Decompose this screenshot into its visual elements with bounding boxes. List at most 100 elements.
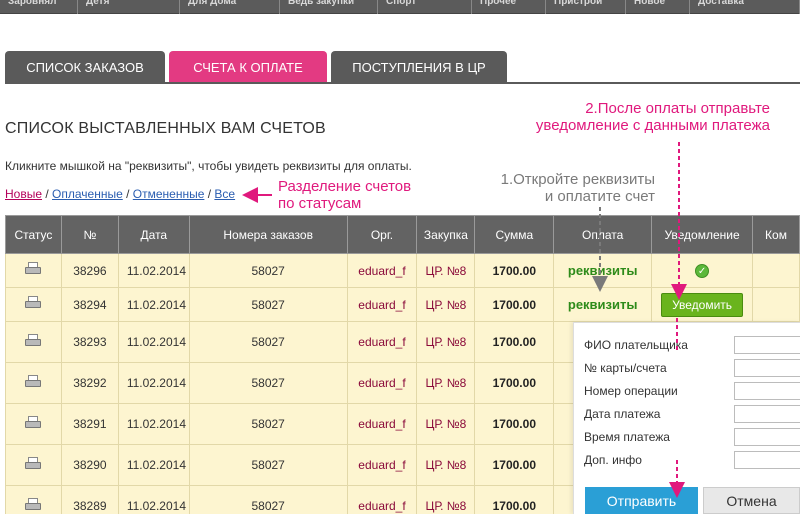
- col-org-header: Орг.: [346, 215, 418, 254]
- nav-item[interactable]: Доставка: [690, 0, 800, 14]
- status-cell: [5, 403, 62, 445]
- col-sum-header: Сумма: [474, 215, 555, 254]
- invoice-number: 38292: [60, 362, 119, 404]
- col-number-header: №: [60, 215, 119, 254]
- purchase[interactable]: ЦР. №8: [416, 321, 476, 363]
- payment-time-label: Время платежа: [584, 430, 670, 444]
- tab-payments-received[interactable]: ПОСТУПЛЕНИЯ В ЦР: [331, 51, 507, 83]
- invoice-date: 11.02.2014: [117, 403, 190, 445]
- annotation-line: 2.После оплаты отправьте: [585, 100, 770, 117]
- organizer[interactable]: eduard_f: [346, 362, 418, 404]
- purchase[interactable]: ЦР. №8: [416, 485, 476, 514]
- order-numbers: 58027: [188, 403, 348, 445]
- order-numbers: 58027: [188, 444, 348, 486]
- filter-cancelled[interactable]: Отмененные: [133, 187, 205, 201]
- organizer[interactable]: eduard_f: [346, 485, 418, 514]
- nav-item[interactable]: Детя: [78, 0, 180, 14]
- printer-icon[interactable]: [24, 497, 42, 512]
- invoice-date: 11.02.2014: [117, 253, 190, 288]
- organizer[interactable]: eduard_f: [346, 321, 418, 363]
- organizer[interactable]: eduard_f: [346, 287, 418, 322]
- order-numbers: 58027: [188, 362, 348, 404]
- payer-name-label: ФИО плательщика: [584, 338, 688, 352]
- printer-icon[interactable]: [24, 374, 42, 389]
- invoice-number: 38296: [60, 253, 119, 288]
- purchase[interactable]: ЦР. №8: [416, 403, 476, 445]
- printer-icon[interactable]: [24, 415, 42, 430]
- col-notify-header: Уведомление: [651, 215, 754, 254]
- extra-info-label: Доп. инфо: [584, 453, 642, 467]
- nav-item[interactable]: Прочее: [472, 0, 546, 14]
- invoice-sum: 1700.00: [474, 485, 555, 514]
- nav-item[interactable]: Пристрой: [546, 0, 626, 14]
- status-cell: [5, 485, 62, 514]
- annotation-line: уведомление с данными платежа: [535, 117, 770, 134]
- organizer[interactable]: eduard_f: [346, 444, 418, 486]
- purchase[interactable]: ЦР. №8: [416, 444, 476, 486]
- payment-time-input[interactable]: [734, 428, 800, 446]
- order-numbers: 58027: [188, 253, 348, 288]
- purchase[interactable]: ЦР. №8: [416, 253, 476, 288]
- printer-icon[interactable]: [24, 333, 42, 348]
- notify-button[interactable]: Уведомить: [661, 292, 744, 317]
- col-date-header: Дата: [117, 215, 190, 254]
- annotation-line: 1.Откройте реквизиты: [500, 171, 655, 188]
- printer-icon[interactable]: [24, 296, 42, 310]
- annotation-line: и оплатите счет: [544, 188, 655, 205]
- card-number-label: № карты/счета: [584, 361, 667, 375]
- status-cell: [5, 287, 62, 322]
- tab-invoices-to-pay[interactable]: СЧЕТА К ОПЛАТЕ: [169, 51, 327, 83]
- extra-info-input[interactable]: [734, 451, 800, 469]
- payment-hint: Кликните мышкой на "реквизиты", чтобы ув…: [5, 159, 412, 173]
- organizer[interactable]: eduard_f: [346, 403, 418, 445]
- invoice-sum: 1700.00: [474, 403, 555, 445]
- payment-details-link[interactable]: реквизиты: [553, 287, 653, 322]
- invoice-sum: 1700.00: [474, 287, 555, 322]
- invoice-sum: 1700.00: [474, 321, 555, 363]
- purchase[interactable]: ЦР. №8: [416, 362, 476, 404]
- col-payment-header: Оплата: [553, 215, 653, 254]
- invoice-date: 11.02.2014: [117, 321, 190, 363]
- payer-name-input[interactable]: [734, 336, 800, 354]
- nav-item[interactable]: Новое: [626, 0, 690, 14]
- filter-paid[interactable]: Оплаченные: [52, 187, 123, 201]
- invoice-number: 38291: [60, 403, 119, 445]
- organizer[interactable]: eduard_f: [346, 253, 418, 288]
- top-nav: Заровнял Детя Для Дома Бедь закупки Спор…: [0, 0, 800, 14]
- table-row: 38294 11.02.2014 58027 eduard_f ЦР. №8 1…: [5, 287, 800, 322]
- card-number-input[interactable]: [734, 359, 800, 377]
- page-title: СПИСОК ВЫСТАВЛЕННЫХ ВАМ СЧЕТОВ: [5, 120, 326, 137]
- payment-details-link[interactable]: реквизиты: [553, 253, 653, 288]
- filter-all[interactable]: Все: [214, 187, 235, 201]
- cancel-button[interactable]: Отмена: [703, 487, 800, 514]
- status-cell: [5, 444, 62, 486]
- check-icon: ✓: [695, 264, 710, 278]
- status-cell: [5, 253, 62, 288]
- purchase[interactable]: ЦР. №8: [416, 287, 476, 322]
- step2-annotation: 2.После оплаты отправьте уведомление с д…: [505, 100, 770, 134]
- col-status-header: Статус: [5, 215, 62, 254]
- send-button[interactable]: Отправить: [585, 487, 698, 514]
- col-orders-header: Номера заказов: [188, 215, 348, 254]
- invoice-number: 38293: [60, 321, 119, 363]
- invoice-sum: 1700.00: [474, 362, 555, 404]
- filter-new[interactable]: Новые: [5, 187, 42, 201]
- printer-icon[interactable]: [24, 456, 42, 471]
- nav-item[interactable]: Спорт: [378, 0, 472, 14]
- invoice-date: 11.02.2014: [117, 444, 190, 486]
- table-header-row: Статус № Дата Номера заказов Орг. Закупк…: [5, 215, 800, 254]
- tab-underline: [5, 82, 800, 84]
- operation-number-input[interactable]: [734, 382, 800, 400]
- tab-orders-list[interactable]: СПИСОК ЗАКАЗОВ: [5, 51, 165, 83]
- invoice-number: 38294: [60, 287, 119, 322]
- invoice-number: 38290: [60, 444, 119, 486]
- nav-item[interactable]: Для Дома: [180, 0, 280, 14]
- invoice-number: 38289: [60, 485, 119, 514]
- operation-number-label: Номер операции: [584, 384, 678, 398]
- nav-item[interactable]: Бедь закупки: [280, 0, 378, 14]
- payment-date-input[interactable]: [734, 405, 800, 423]
- printer-icon[interactable]: [24, 262, 42, 276]
- invoice-date: 11.02.2014: [117, 362, 190, 404]
- nav-item[interactable]: Заровнял: [0, 0, 78, 14]
- order-numbers: 58027: [188, 321, 348, 363]
